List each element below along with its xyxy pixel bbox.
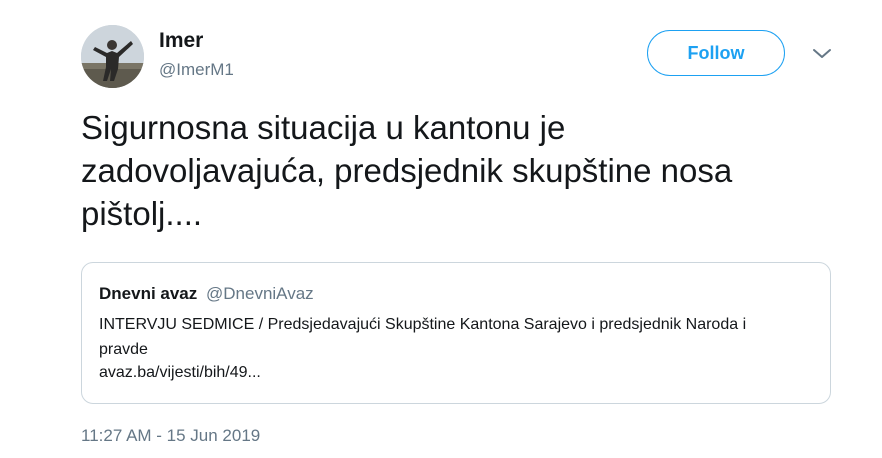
quoted-tweet-card[interactable]: Dnevni avaz @DnevniAvaz INTERVJU SEDMICE… — [81, 262, 831, 404]
quoted-tweet-author: Dnevni avaz @DnevniAvaz — [99, 284, 314, 304]
tweet-text: Sigurnosna situacija u kantonu je zadovo… — [81, 109, 733, 232]
tweet-card: Imer @ImerM1 Follow Sigurnosna situacija… — [0, 0, 882, 458]
quoted-author-handle: @DnevniAvaz — [206, 284, 314, 303]
user-handle[interactable]: @ImerM1 — [159, 60, 234, 80]
avatar[interactable] — [81, 25, 144, 88]
quoted-author-name: Dnevni avaz — [99, 284, 198, 303]
user-display-name[interactable]: Imer — [159, 29, 203, 53]
chevron-down-icon — [813, 49, 831, 58]
follow-button[interactable]: Follow — [647, 30, 785, 76]
quoted-tweet-text: INTERVJU SEDMICE / Predsjedavajući Skupš… — [99, 316, 747, 358]
avatar-photo — [81, 25, 144, 88]
quoted-tweet-link[interactable]: avaz.ba/vijesti/bih/49... — [99, 364, 261, 382]
tweet-menu-button[interactable] — [811, 45, 833, 63]
tweet-timestamp[interactable]: 11:27 AM - 15 Jun 2019 — [81, 426, 260, 446]
